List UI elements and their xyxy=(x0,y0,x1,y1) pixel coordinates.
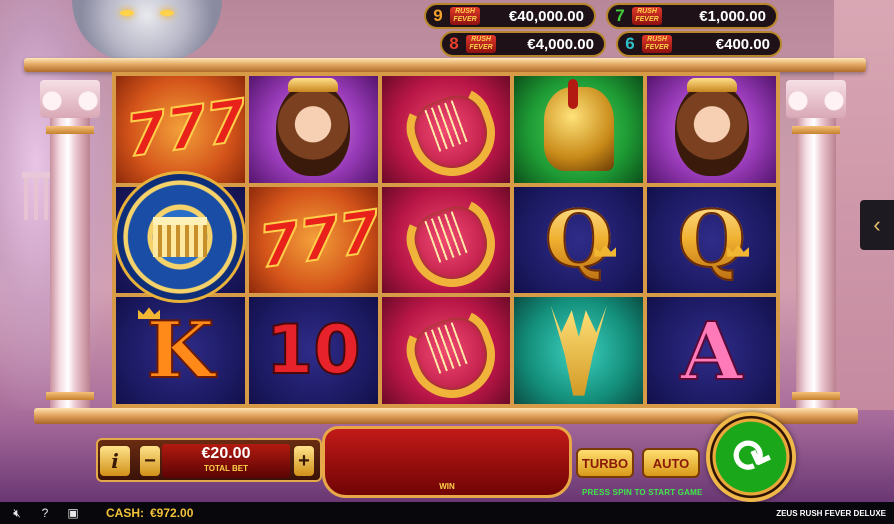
symbol-lyre xyxy=(379,184,513,296)
jackpot-row-top: 9 RUSH FEVER €40,000.00 7 RUSH FEVER €1,… xyxy=(424,3,778,29)
screen-icon[interactable]: ▣ xyxy=(62,506,84,520)
jackpot-9: 9 RUSH FEVER €40,000.00 xyxy=(424,3,596,29)
symbol-helmet xyxy=(512,74,646,185)
lyre-icon xyxy=(403,86,489,172)
jackpot-value: €400.00 xyxy=(715,35,770,53)
symbol-ten: 10 xyxy=(246,295,380,406)
rush-fever-badge: RUSH FEVER xyxy=(466,35,496,53)
jackpot-8: 8 RUSH FEVER €4,000.00 xyxy=(440,31,606,57)
speaker-mute-icon[interactable]: 🔇︎ xyxy=(6,506,28,521)
sevens-label: 777 xyxy=(121,85,247,171)
cash-label: CASH: xyxy=(106,506,144,520)
jackpot-value: €1,000.00 xyxy=(699,7,766,25)
jackpot-value: €40,000.00 xyxy=(508,7,584,25)
turbo-button[interactable]: TURBO xyxy=(576,448,634,478)
spin-button[interactable]: ⟳ xyxy=(706,412,796,502)
scatter-wheel-icon xyxy=(114,170,246,303)
jackpot-count: 8 xyxy=(449,34,459,53)
footer-bar: 🔇︎ ? ▣ CASH: €972.00 ZEUS RUSH FEVER DEL… xyxy=(0,502,894,524)
bet-increase-button[interactable]: + xyxy=(294,446,314,476)
jackpot-row-bottom: 8 RUSH FEVER €4,000.00 6 RUSH FEVER €400… xyxy=(440,31,782,57)
bet-decrease-button[interactable]: − xyxy=(140,446,160,476)
marble-column-right xyxy=(786,80,846,408)
symbol-lyre xyxy=(379,295,513,406)
temple-beam-top xyxy=(24,58,866,72)
temple-icon xyxy=(153,216,207,257)
trident-icon xyxy=(550,305,607,396)
lyre-icon xyxy=(403,308,489,394)
helmet-icon xyxy=(543,79,614,172)
symbol-lyre xyxy=(379,74,513,185)
total-bet-label: TOTAL BET xyxy=(204,464,248,473)
game-title: ZEUS RUSH FEVER DELUXE xyxy=(776,508,886,518)
queen-label: Q xyxy=(677,193,747,286)
marble-column-left xyxy=(40,80,100,408)
sevens-label: 777 xyxy=(253,196,380,282)
symbol-sevens: 777 xyxy=(246,184,380,296)
symbol-king: K xyxy=(114,295,247,406)
queen-label: Q xyxy=(544,193,614,286)
symbol-trident xyxy=(512,295,646,406)
symbol-ace: A xyxy=(645,295,778,406)
reel-grid: 777 777 Q Q K 10 A xyxy=(112,72,780,408)
win-display: WIN xyxy=(322,426,572,498)
ace-label: A xyxy=(680,303,744,399)
help-icon[interactable]: ? xyxy=(34,506,56,520)
rush-fever-badge: RUSH FEVER xyxy=(632,7,662,25)
goddess-portrait xyxy=(276,78,351,177)
jackpot-count: 7 xyxy=(615,6,625,25)
lyre-icon xyxy=(403,197,489,283)
win-label: WIN xyxy=(439,482,455,491)
spin-hint: PRESS SPIN TO START GAME xyxy=(582,488,703,497)
info-button[interactable]: i xyxy=(100,446,130,476)
symbol-queen: Q xyxy=(645,184,778,296)
total-bet-display: €20.00 TOTAL BET xyxy=(162,444,290,478)
rush-fever-badge: RUSH FEVER xyxy=(642,35,672,53)
total-bet-value: €20.00 xyxy=(201,445,251,462)
jackpot-6: 6 RUSH FEVER €400.00 xyxy=(616,31,782,57)
symbol-scatter xyxy=(114,170,247,303)
jackpot-value: €4,000.00 xyxy=(527,35,594,53)
ten-label: 10 xyxy=(265,310,362,391)
jackpot-count: 6 xyxy=(625,34,635,53)
jackpot-count: 9 xyxy=(433,6,443,25)
refresh-arrows-icon: ⟳ xyxy=(723,425,778,489)
side-menu-arrow-icon[interactable]: ‹ xyxy=(860,200,894,250)
jackpot-7: 7 RUSH FEVER €1,000.00 xyxy=(606,3,778,29)
rush-fever-badge: RUSH FEVER xyxy=(450,7,480,25)
goddess-portrait xyxy=(674,78,749,177)
symbol-goddess xyxy=(246,74,380,185)
symbol-goddess xyxy=(645,74,778,185)
symbol-queen: Q xyxy=(512,184,646,296)
symbol-sevens: 777 xyxy=(114,74,247,185)
cash-value: €972.00 xyxy=(150,506,194,520)
auto-button[interactable]: AUTO xyxy=(642,448,700,478)
